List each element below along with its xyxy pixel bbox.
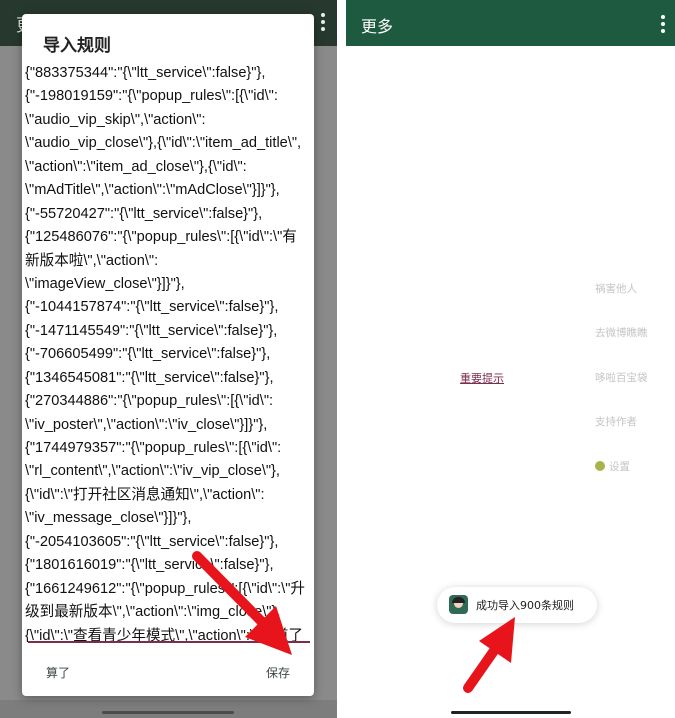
rule-text-line: \"audio_vip_close\"},{\"id\":\"item_ad_t… [25, 135, 302, 152]
rule-text-line: {"-706605499":"{\"ltt_service\":false}"}… [25, 346, 271, 363]
rule-text-line: {"1744979357":"{\"popup_rules\":[{\"id\"… [25, 440, 282, 456]
rule-text-line: {"-1471145549":"{\"ltt_service\":false}"… [25, 322, 278, 339]
right-app-bar: 更多 [346, 0, 675, 46]
rule-text-line: \"iv_message_close\"}]}"}, [25, 510, 192, 527]
import-success-toast: 成功导入900条规则 [437, 587, 597, 623]
rule-text-line: \"rl_content\",\"action\":\"iv_vip_close… [25, 463, 280, 480]
rule-text-line: {"1661249612":"{\"popup_rules\":[{\"id\"… [25, 580, 306, 597]
rule-text-line: {"-198019159":"{\"popup_rules\":[{\"id\"… [25, 88, 278, 105]
menu-item-doraemon-bag[interactable]: 哆啦百宝袋 [595, 370, 648, 385]
import-rules-dialog: 导入规则 {"883375344":"{\"ltt_service\":fals… [22, 14, 314, 696]
right-app-bar-title: 更多 [361, 17, 394, 36]
rule-text-line: {\"id\":\"打开社区消息通知\",\"action\": [25, 486, 265, 503]
settings-gear-icon [595, 461, 605, 471]
rule-text-line: {"-2054103605":"{\"ltt_service\":false}"… [25, 533, 279, 550]
dialog-title: 导入规则 [43, 36, 111, 56]
more-options-icon[interactable] [321, 13, 325, 34]
settings-menu-item[interactable]: 设置 [595, 459, 630, 474]
text-field-underline [28, 641, 310, 643]
rule-text-line: {"-55720427":"{\"ltt_service\":false}"}, [25, 205, 263, 222]
cancel-button[interactable]: 算了 [46, 664, 70, 681]
app-avatar-icon [449, 595, 468, 614]
rule-text-line: {"883375344":"{\"ltt_service\":false}"}, [25, 65, 266, 81]
toast-message: 成功导入900条规则 [476, 599, 574, 612]
right-screen: 更多 重要提示 祸害他人 去微博瞧瞧 哆啦百宝袋 支持作者 设置 成功导入900… [346, 0, 675, 718]
rule-text-line: \"action\":\"item_ad_close\"},{\"id\": [25, 158, 247, 175]
gesture-nav-bar [451, 711, 571, 714]
important-tip-link[interactable]: 重要提示 [460, 370, 504, 386]
rule-text-line: \"audio_vip_skip\",\"action\": [25, 111, 206, 128]
rule-text-line: {"125486076":"{\"popup_rules\":[{\"id\":… [25, 229, 297, 246]
menu-item-weibo[interactable]: 去微博瞧瞧 [595, 325, 648, 340]
rule-text-line: \"mAdTitle\",\"action\":\"mAdClose\"}]}"… [25, 182, 280, 199]
rule-text-line: {"1801616019":"{\"ltt_service\":false}"}… [25, 557, 274, 574]
rule-text-line: {"1346545081":"{\"ltt_service\":false}"}… [25, 369, 274, 386]
more-options-icon[interactable] [661, 15, 665, 36]
settings-label: 设置 [609, 461, 630, 473]
rule-text-line: {\"id\":\"查看青少年模式\",\"action\":\"知道了 [25, 627, 303, 643]
menu-item-troll-others[interactable]: 祸害他人 [595, 281, 637, 296]
rule-text-line: {"270344886":"{\"popup_rules\":[{\"id\": [25, 393, 274, 410]
left-bottom-area [0, 700, 337, 718]
menu-item-support-author[interactable]: 支持作者 [595, 414, 637, 429]
rule-text-line: {"-1044157874":"{\"ltt_service\":false}"… [25, 299, 279, 316]
rule-text-line: \"iv_poster\",\"action\":\"iv_close\"}]}… [25, 416, 268, 433]
rule-text-line: \"imageView_close\"}]}"}, [25, 275, 185, 292]
left-screen: 更 导入规则 {"883375344":"{\"ltt_service\":fa… [0, 0, 337, 718]
save-button[interactable]: 保存 [266, 664, 290, 681]
rules-text-field[interactable]: {"883375344":"{\"ltt_service\":false}"},… [25, 62, 309, 642]
gesture-nav-bar [102, 711, 234, 714]
rule-text-line: 级到最新版本\",\"action\":\"img_close\"}, [25, 604, 281, 621]
rule-text-line: 新版本啦\",\"action\": [25, 252, 159, 269]
